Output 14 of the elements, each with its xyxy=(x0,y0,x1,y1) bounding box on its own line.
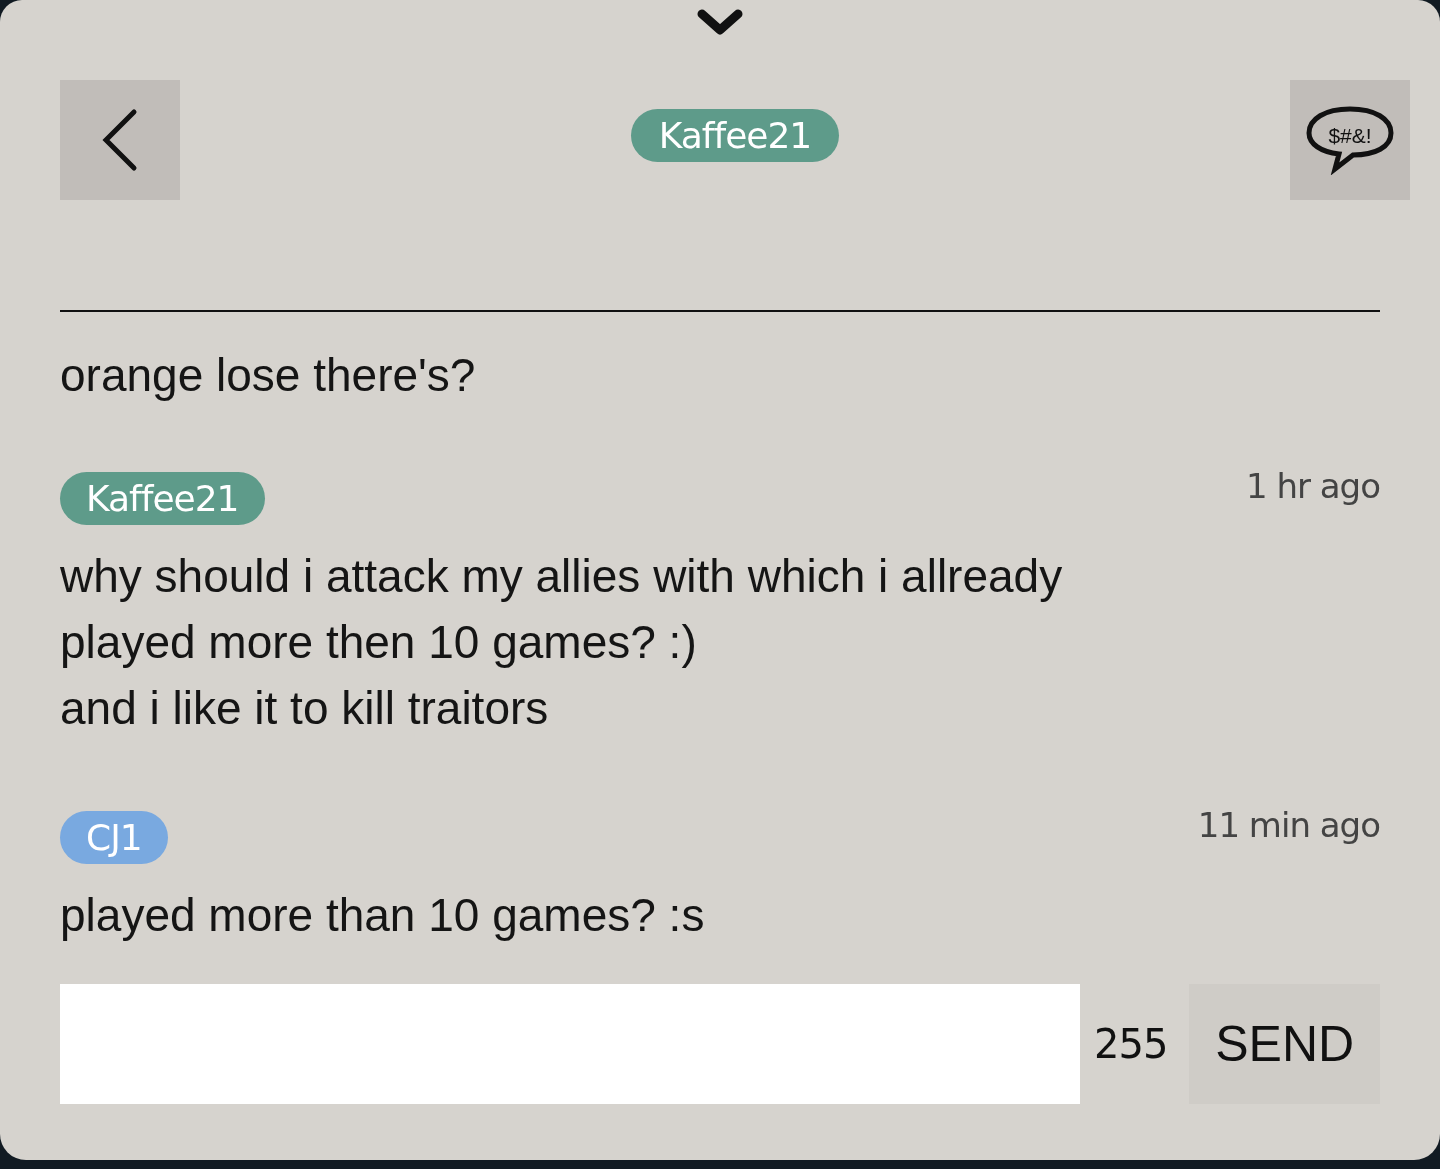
profanity-filter-button[interactable]: $#&! xyxy=(1290,80,1410,200)
chevron-down-icon[interactable] xyxy=(696,8,744,38)
message-text: played more than 10 games? :s xyxy=(60,888,706,943)
timestamp: 11 min ago xyxy=(1197,805,1380,845)
message-input[interactable] xyxy=(60,984,1080,1104)
back-button[interactable] xyxy=(60,80,180,200)
timestamp: 1 hr ago xyxy=(1246,466,1380,506)
character-counter: 255 xyxy=(1094,1021,1168,1067)
username-badge: CJ1 xyxy=(60,811,168,864)
username-badge: Kaffee21 xyxy=(630,108,840,162)
message-text: orange lose there's? xyxy=(60,348,477,402)
username-badge: Kaffee21 xyxy=(60,472,265,525)
send-button[interactable]: SEND xyxy=(1189,984,1380,1104)
message-text: why should i attack my allies with which i allready played more then 10 games? :) and i like it to kill traitors xyxy=(60,549,1064,736)
